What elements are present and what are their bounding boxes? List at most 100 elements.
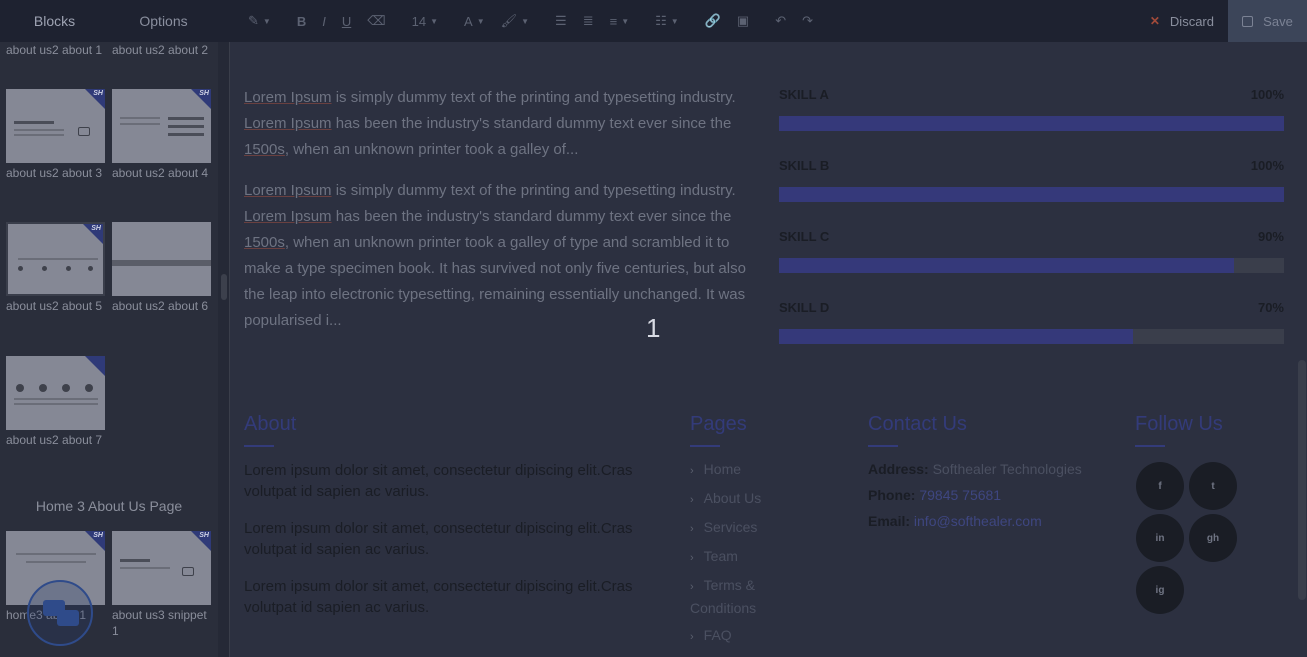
font-color-icon: A: [464, 13, 473, 29]
clear-format-button[interactable]: ⌫: [359, 0, 393, 42]
chevron-right-icon: ›: [690, 631, 694, 643]
font-size-select[interactable]: 14 ▼: [404, 0, 446, 42]
undo-icon: ↶: [775, 13, 787, 28]
title-underline: [868, 445, 898, 447]
about-paragraph-1[interactable]: Lorem Ipsum is simply dummy text of the …: [244, 85, 746, 163]
canvas-scrollbar[interactable]: [1298, 360, 1306, 600]
title-underline: [690, 445, 720, 447]
facebook-icon[interactable]: f: [1136, 462, 1184, 510]
text: is simply dummy text of the printing and…: [331, 89, 736, 106]
link-icon: 🔗: [704, 13, 721, 28]
save-button[interactable]: Save: [1228, 0, 1307, 42]
footer-link-team[interactable]: › Team: [690, 546, 780, 569]
chat-widget-icon[interactable]: [27, 580, 93, 646]
contact-email: Email: info@softhealer.com: [868, 513, 1042, 529]
snippet-thumbnail: SH: [112, 89, 211, 163]
footer-about-text: Lorem ipsum dolor sit amet, consectetur …: [244, 462, 633, 500]
snippet-block[interactable]: about us2 about 1: [6, 42, 105, 58]
discard-button[interactable]: ✕ Discard: [1136, 14, 1228, 29]
snippet-label: about us3 snippet 1: [112, 608, 207, 638]
about-paragraph-2[interactable]: Lorem Ipsum is simply dummy text of the …: [244, 178, 746, 334]
thumb-badge: SH: [93, 532, 103, 539]
blocks-sidebar: about us2 about 1 about us2 about 2 SH a…: [0, 42, 218, 657]
link-label: Services: [703, 519, 758, 535]
chevron-right-icon: ›: [690, 494, 694, 506]
snippet-block[interactable]: about us2 about 7: [6, 356, 105, 448]
phone-link[interactable]: 79845 75681: [919, 487, 1001, 503]
contact-label: Phone:: [868, 487, 916, 503]
camera-icon: [78, 127, 90, 136]
link-label: Home: [703, 461, 742, 477]
tab-blocks[interactable]: Blocks: [0, 0, 109, 42]
snippet-label: about us2 about 1: [6, 43, 103, 57]
image-button[interactable]: ▣: [729, 0, 757, 42]
close-icon: ✕: [1149, 14, 1160, 28]
text-link: Lorem Ipsum: [244, 115, 332, 132]
text-link: 1500s: [244, 141, 285, 158]
redo-button[interactable]: ↷: [794, 0, 821, 42]
skill-fill: [779, 329, 1133, 344]
pen-style-button[interactable]: ✎ ▼: [240, 0, 279, 42]
numbered-list-button[interactable]: ≣: [575, 0, 602, 42]
skill-track: [779, 116, 1284, 131]
chevron-down-icon: ▼: [621, 16, 630, 26]
eraser-icon: ⌫: [367, 13, 386, 28]
text: , when an unknown printer took a galley …: [284, 141, 579, 158]
link-label: Terms & Conditions: [690, 577, 757, 616]
snippet-label: about us2 about 2: [112, 43, 209, 57]
skill-value: 90%: [1257, 229, 1284, 244]
chevron-down-icon: ▼: [262, 16, 271, 26]
bold-button[interactable]: B: [289, 0, 314, 42]
linkedin-icon[interactable]: in: [1136, 514, 1184, 562]
footer-link-faq[interactable]: › FAQ: [690, 625, 780, 648]
link-label: About Us: [703, 490, 762, 506]
sidebar-resize-handle[interactable]: [218, 42, 230, 657]
redo-icon: ↷: [802, 13, 813, 28]
skill-bar: SKILL B 100%: [779, 158, 1284, 202]
bullet-list-icon: ☰: [555, 13, 567, 28]
skill-track: [779, 187, 1284, 202]
highlight-button[interactable]: 🖌 ▼: [493, 0, 537, 42]
footer-link-home[interactable]: › Home: [690, 459, 780, 482]
format-tools: ✎ ▼ B I U ⌫ 14 ▼ A ▼ 🖌 ▼ ☰ ≣ ≡ ▼ ☷ ▼ 🔗 ▣ ↶ ↷: [240, 0, 821, 42]
skill-bar: SKILL C 90%: [779, 229, 1284, 273]
footer-link-terms[interactable]: › Terms & Conditions: [690, 575, 780, 619]
camera-icon: [182, 567, 194, 576]
snippet-block[interactable]: SH about us2 about 3: [6, 89, 105, 181]
skill-name: SKILL B: [779, 158, 830, 173]
undo-button[interactable]: ↶: [767, 0, 794, 42]
footer-link-services[interactable]: › Services: [690, 517, 780, 540]
save-label: Save: [1263, 13, 1293, 29]
skill-value: 100%: [1250, 87, 1284, 102]
thumb-badge: SH: [93, 90, 103, 97]
align-button[interactable]: ≡ ▼: [602, 0, 638, 42]
footer-contact-title: Contact Us: [868, 413, 967, 435]
snippet-block[interactable]: SH about us3 snippet 1: [112, 531, 211, 639]
footer-about-title: About: [244, 413, 297, 435]
underline-button[interactable]: U: [334, 0, 359, 42]
overlay-number: 1: [646, 313, 661, 343]
skill-bar: SKILL D 70%: [779, 300, 1284, 344]
snippet-block[interactable]: SH about us2 about 5: [6, 222, 105, 314]
twitter-icon[interactable]: t: [1189, 462, 1237, 510]
email-link[interactable]: info@softhealer.com: [914, 513, 1042, 529]
align-icon: ≡: [609, 13, 618, 29]
snippet-block[interactable]: about us2 about 2: [112, 42, 211, 58]
github-icon[interactable]: gh: [1189, 514, 1237, 562]
bullet-list-button[interactable]: ☰: [547, 0, 575, 42]
paragraph-button[interactable]: ☷ ▼: [647, 0, 687, 42]
link-button[interactable]: 🔗: [697, 0, 729, 42]
instagram-icon[interactable]: ig: [1136, 566, 1184, 614]
snippet-label: about us2 about 3: [6, 166, 103, 180]
font-color-button[interactable]: A ▼: [456, 0, 493, 42]
footer-link-about[interactable]: › About Us: [690, 488, 780, 511]
snippet-thumbnail: SH: [112, 531, 211, 605]
text-link: Lorem Ipsum: [244, 208, 332, 225]
italic-icon: I: [322, 13, 326, 29]
skill-fill: [779, 258, 1234, 273]
skill-fill: [779, 116, 1284, 131]
tab-options[interactable]: Options: [109, 0, 218, 42]
snippet-block[interactable]: about us2 about 6: [112, 222, 211, 314]
italic-button[interactable]: I: [314, 0, 334, 42]
snippet-block[interactable]: SH about us2 about 4: [112, 89, 211, 181]
